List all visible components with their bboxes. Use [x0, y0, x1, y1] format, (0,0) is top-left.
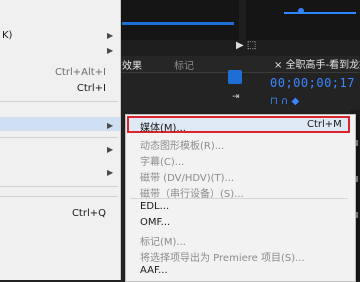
menu-separator: [0, 186, 118, 187]
tab-markers[interactable]: 标记: [174, 57, 194, 72]
export-menu-item-hover[interactable]: [0, 117, 120, 131]
selection-tool-icon[interactable]: [228, 70, 242, 84]
export-tape-dv-hdv-item: 磁带 (DV/HDV)(T)...: [140, 173, 235, 184]
export-media-item[interactable]: 媒体(M)...: [140, 119, 186, 134]
sequence-tab[interactable]: × 全职高手-看到龙抬: [274, 56, 360, 71]
export-aaf-item[interactable]: AAF...: [140, 265, 168, 276]
submenu-arrow-icon: ▶: [107, 145, 114, 154]
monitor-button-icons[interactable]: ▶ ⬚: [236, 40, 260, 52]
menu-item-shortcut[interactable]: Ctrl+I: [77, 83, 106, 94]
menu-separator: [130, 198, 348, 199]
source-monitor: [120, 0, 239, 40]
sequence-title: 全职高手-看到龙抬: [285, 60, 360, 71]
export-selection-as-premiere-project-item: 将选择项导出为 Premiere 项目(S)...: [140, 253, 305, 264]
menu-item-shortcut[interactable]: Ctrl+Alt+I: [55, 67, 106, 78]
submenu-arrow-icon: ▶: [107, 168, 114, 177]
tab-effects[interactable]: 效果: [122, 57, 142, 72]
program-monitor: [246, 0, 360, 40]
export-markers-item: 标记(M)...: [140, 237, 186, 248]
timecode-display[interactable]: 00;00;00;17: [270, 76, 355, 90]
submenu-arrow-icon: ▶: [107, 46, 114, 55]
menu-separator: [0, 137, 118, 138]
menu-separator: [0, 101, 118, 102]
export-edl-item[interactable]: EDL...: [140, 201, 169, 212]
submenu-arrow-icon: ▶: [107, 121, 114, 130]
submenu-arrow-icon: ▶: [107, 31, 114, 40]
file-menu: K) ▶ ▶ Ctrl+Alt+I Ctrl+I ▶ ▶ ▶ Ctrl+Q: [0, 0, 121, 280]
export-motion-graphics-template-item: 动态图形模板(R)...: [140, 141, 225, 152]
export-captions-item: 字幕(C)...: [140, 157, 185, 168]
close-icon[interactable]: ×: [274, 60, 286, 71]
menu-separator: [0, 196, 118, 197]
menu-item-label[interactable]: K): [2, 30, 12, 41]
timeline-tool-icons[interactable]: ⊓ ∩ ◆: [270, 96, 299, 107]
source-scrub-bar[interactable]: [122, 22, 234, 25]
export-media-shortcut: Ctrl+M: [307, 119, 342, 130]
exit-shortcut[interactable]: Ctrl+Q: [72, 208, 106, 219]
track-select-tool-icon[interactable]: ⇥: [232, 92, 240, 102]
export-omf-item[interactable]: OMF...: [140, 217, 170, 228]
program-scrub-bar[interactable]: [284, 12, 356, 14]
playhead-knob[interactable]: [298, 8, 304, 14]
